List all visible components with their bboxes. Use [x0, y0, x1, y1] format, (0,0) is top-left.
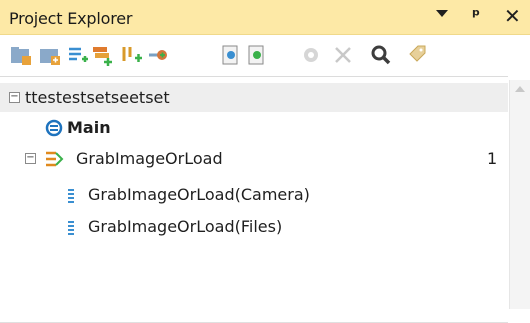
paste-doc-icon[interactable] [246, 44, 268, 66]
add-group-icon[interactable] [92, 44, 114, 66]
group-node-icon [44, 149, 64, 169]
tree-node-group[interactable]: − GrabImageOrLoad 1 [0, 144, 508, 173]
tree-node-main[interactable]: Main [0, 113, 508, 142]
toolbar-divider [0, 76, 508, 77]
collapse-icon[interactable]: − [9, 92, 20, 103]
list-item-icon [67, 220, 75, 236]
tree-node-child[interactable]: GrabImageOrLoad(Files) [0, 213, 508, 242]
tree-node-label: Main [67, 118, 111, 137]
list-item-icon [67, 188, 75, 204]
collapse-icon[interactable]: − [25, 153, 36, 164]
node-count: 1 [487, 149, 498, 168]
merge-icon[interactable] [147, 44, 169, 66]
new-folder-icon[interactable] [10, 44, 32, 66]
tree-node-root[interactable]: − ttestestsetseetset [0, 83, 508, 112]
toolbar [0, 36, 530, 74]
tree-node-label: ttestestsetseetset [25, 88, 170, 107]
close-icon[interactable]: ✕ [504, 4, 521, 28]
tree-node-label: GrabImageOrLoad [76, 149, 223, 168]
tag-icon[interactable] [407, 44, 429, 66]
tree-node-label: GrabImageOrLoad(Files) [88, 217, 283, 236]
panel-title: Project Explorer [9, 9, 133, 28]
dropdown-icon[interactable] [436, 10, 448, 17]
panel-titlebar: Project Explorer ᵖ ✕ [0, 0, 530, 35]
scroll-up-icon[interactable] [515, 86, 525, 92]
tree-node-label: GrabImageOrLoad(Camera) [88, 185, 310, 204]
delete-icon[interactable] [332, 44, 354, 66]
branch-icon[interactable] [121, 44, 143, 66]
settings-icon[interactable] [300, 44, 322, 66]
add-list-icon[interactable] [67, 44, 89, 66]
vertical-scrollbar[interactable] [509, 80, 530, 309]
add-item-icon[interactable] [39, 44, 61, 66]
main-node-icon [44, 118, 64, 138]
search-icon[interactable] [370, 44, 392, 66]
project-tree: − ttestestsetseetset Main − GrabImageOrL… [0, 80, 508, 323]
pin-icon[interactable]: ᵖ [472, 6, 480, 26]
copy-doc-icon[interactable] [220, 44, 242, 66]
tree-node-child[interactable]: GrabImageOrLoad(Camera) [0, 181, 508, 210]
